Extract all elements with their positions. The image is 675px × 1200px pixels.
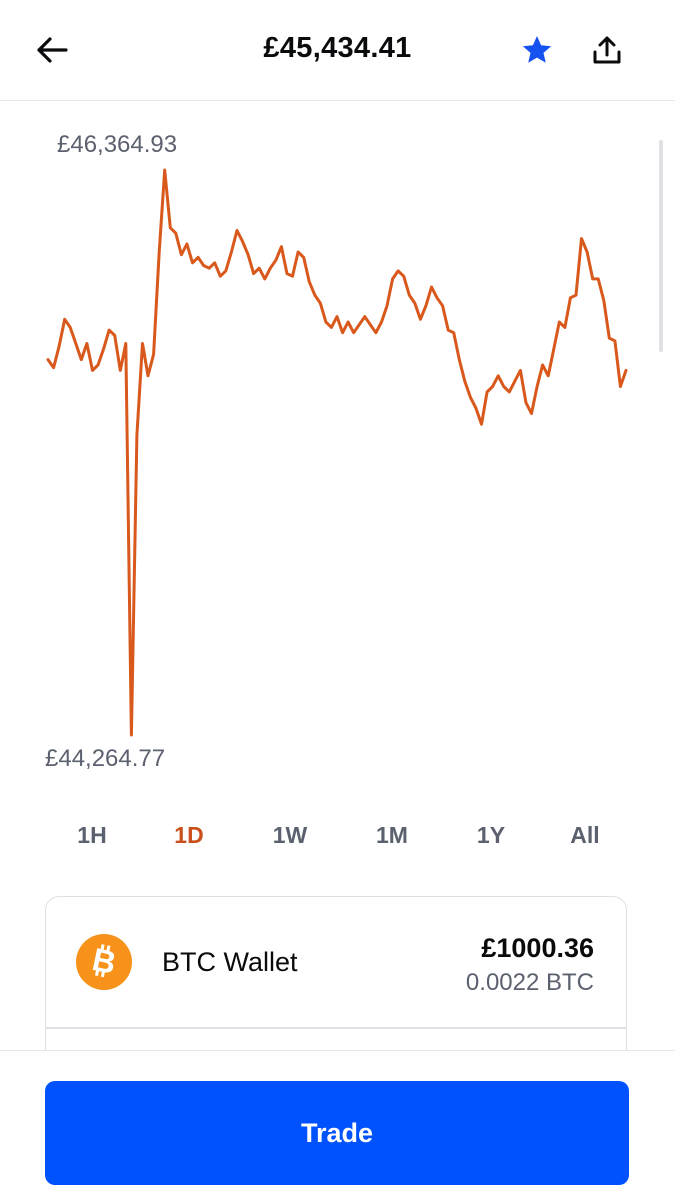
chart-low-label: £44,264.77 (45, 745, 166, 772)
favorite-button[interactable] (515, 30, 559, 74)
wallet-label: BTC Wallet (162, 947, 298, 977)
chart-high-label: £46,364.93 (57, 131, 178, 158)
scrollbar[interactable] (659, 140, 663, 352)
price-line (46, 168, 628, 737)
tab-1w[interactable]: 1W (260, 822, 320, 849)
share-icon (591, 34, 623, 71)
star-icon (521, 34, 553, 71)
trade-button[interactable]: Trade (45, 1081, 629, 1185)
wallet-crypto-balance: 0.0022 BTC (465, 969, 594, 996)
tab-1d[interactable]: 1D (159, 822, 219, 849)
divider (46, 1027, 626, 1029)
tab-all[interactable]: All (555, 822, 615, 849)
share-button[interactable] (585, 30, 629, 74)
asset-detail-screen: £45,434.41 £46,364.93 £44,264.77 1H 1D 1… (0, 0, 675, 1200)
page-title: £45,434.41 (263, 32, 412, 64)
bottom-bar: Trade (0, 1050, 675, 1200)
wallet-fiat-balance: £1000.36 (481, 933, 594, 963)
header: £45,434.41 (0, 0, 675, 101)
tab-1y[interactable]: 1Y (461, 822, 521, 849)
bitcoin-icon: B (76, 934, 132, 990)
tab-1h[interactable]: 1H (62, 822, 122, 849)
tab-1m[interactable]: 1M (362, 822, 422, 849)
time-range-tabs: 1H 1D 1W 1M 1Y All (42, 822, 632, 856)
